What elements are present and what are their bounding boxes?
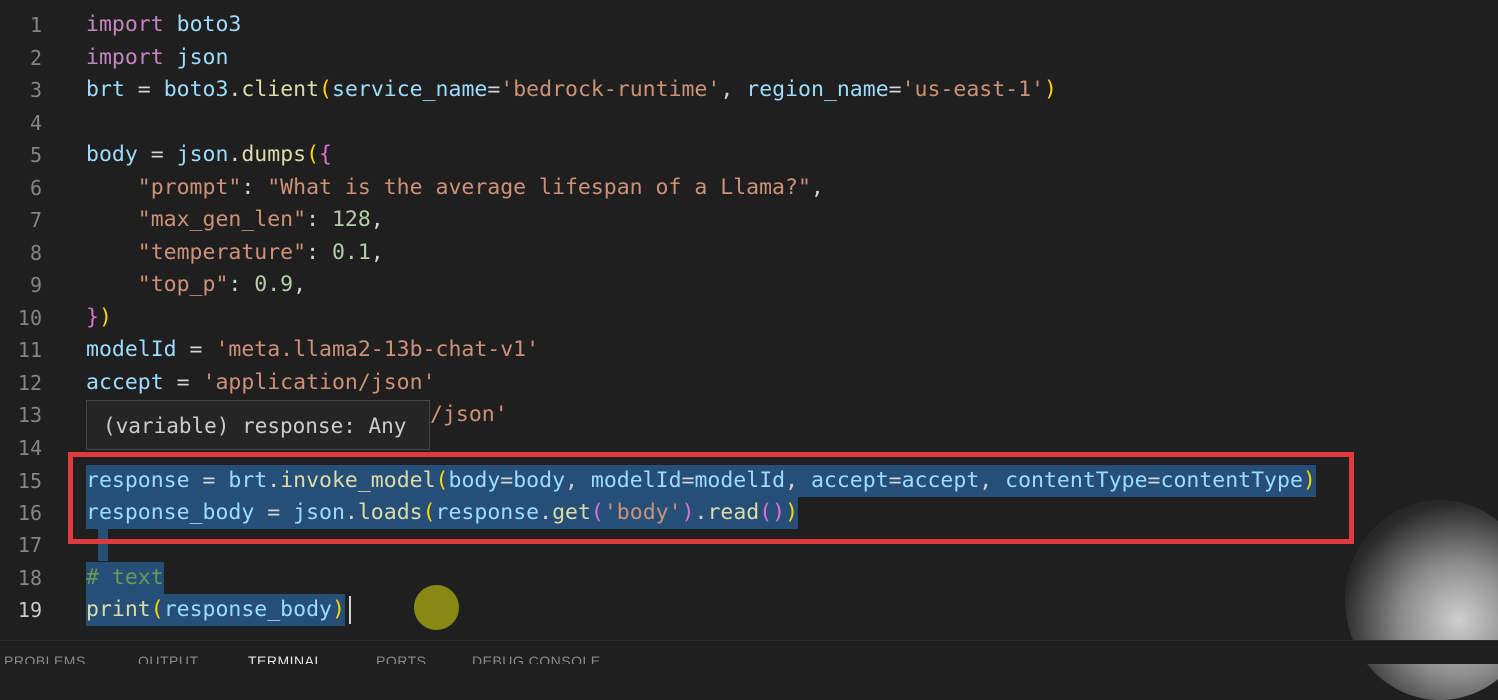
- line-number: 2: [29, 46, 42, 70]
- code-line[interactable]: 10 }): [0, 302, 1498, 334]
- line-number: 18: [17, 566, 42, 590]
- line-number: 16: [17, 501, 42, 525]
- code-text: "top_p": 0.9,: [137, 272, 307, 297]
- code-editor[interactable]: 1 import boto3 2 import json 3 brt = bot…: [0, 0, 1498, 700]
- code-text: accept = 'application/json': [86, 370, 436, 395]
- line-number: 8: [29, 241, 42, 265]
- line-number: 14: [17, 436, 42, 460]
- code-line[interactable]: 1 import boto3: [0, 9, 1498, 41]
- code-text: modelId = 'meta.llama2-13b-chat-v1': [86, 337, 540, 362]
- code-line[interactable]: 4: [0, 107, 1498, 139]
- code-text: "prompt": "What is the average lifespan …: [137, 175, 824, 200]
- code-comment: # text: [86, 562, 164, 594]
- highlight-box: [68, 452, 1354, 544]
- line-number: 10: [17, 306, 42, 330]
- code-text: import boto3: [86, 12, 242, 37]
- line-number: 1: [29, 13, 42, 37]
- line-number: 9: [29, 273, 42, 297]
- code-line[interactable]: 3 brt = boto3.client(service_name='bedro…: [0, 74, 1498, 106]
- code-line[interactable]: 9 "top_p": 0.9,: [0, 269, 1498, 301]
- code-text: "max_gen_len": 128,: [137, 207, 384, 232]
- line-number: 12: [17, 371, 42, 395]
- code-line[interactable]: 6 "prompt": "What is the average lifespa…: [0, 172, 1498, 204]
- hover-tooltip: (variable) response: Any: [86, 400, 430, 450]
- line-number: 19: [17, 598, 42, 622]
- tab-terminal[interactable]: TERMINAL: [248, 653, 323, 664]
- panel-tab-bar: PROBLEMS OUTPUT TERMINAL PORTS DEBUG CON…: [0, 640, 1498, 664]
- code-line[interactable]: 5 body = json.dumps({: [0, 139, 1498, 171]
- code-line[interactable]: 7 "max_gen_len": 128,: [0, 204, 1498, 236]
- line-number: 11: [17, 338, 42, 362]
- line-number: 15: [17, 469, 42, 493]
- code-text: /json': [430, 402, 508, 427]
- tab-debug-console[interactable]: DEBUG CONSOLE: [472, 653, 601, 664]
- code-text: "temperature": 0.1,: [137, 240, 384, 265]
- mouse-pointer-highlight: [414, 585, 459, 630]
- code-text: }): [86, 305, 112, 330]
- tab-problems[interactable]: PROBLEMS: [4, 653, 86, 664]
- line-number: 13: [17, 403, 42, 427]
- line-number: 7: [29, 208, 42, 232]
- line-number: 4: [29, 111, 42, 135]
- code-text: import json: [86, 45, 229, 70]
- code-line[interactable]: 19 print(response_body): [0, 594, 1498, 626]
- line-number: 3: [29, 78, 42, 102]
- code-line[interactable]: 18 # text: [0, 562, 1498, 594]
- tab-ports[interactable]: PORTS: [376, 653, 426, 664]
- line-number: 17: [17, 533, 42, 557]
- code-text: body = json.dumps({: [86, 142, 332, 167]
- code-line[interactable]: 2 import json: [0, 42, 1498, 74]
- code-line[interactable]: 12 accept = 'application/json': [0, 367, 1498, 399]
- line-number: 6: [29, 176, 42, 200]
- tab-output[interactable]: OUTPUT: [138, 653, 199, 664]
- text-cursor: [349, 596, 351, 624]
- line-number: 5: [29, 143, 42, 167]
- code-text: print(response_body): [86, 594, 345, 626]
- code-line[interactable]: 8 "temperature": 0.1,: [0, 237, 1498, 269]
- code-text: brt = boto3.client(service_name='bedrock…: [86, 77, 1057, 102]
- code-line[interactable]: 11 modelId = 'meta.llama2-13b-chat-v1': [0, 334, 1498, 366]
